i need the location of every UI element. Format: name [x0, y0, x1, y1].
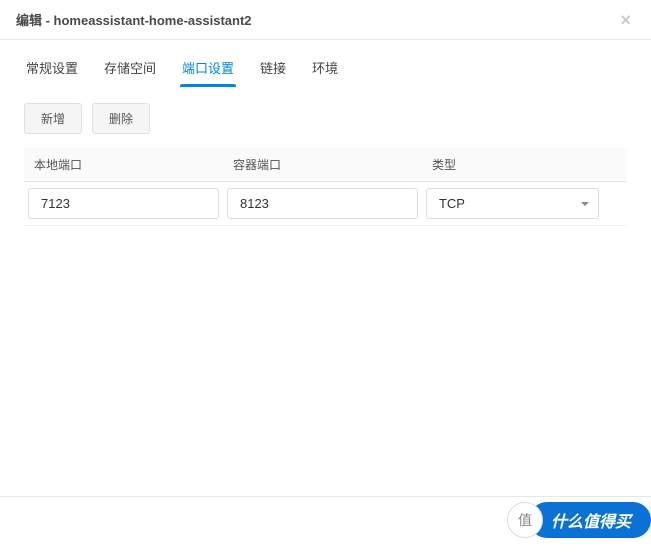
tab-volumes[interactable]: 存储空间: [102, 52, 158, 87]
dialog-footer: 取消 值 什么值得买: [0, 496, 651, 552]
tab-environment[interactable]: 环境: [310, 52, 340, 87]
content-area: 新增 删除 本地端口 容器端口 类型 TCP: [0, 87, 651, 226]
tab-links[interactable]: 链接: [258, 52, 288, 87]
header-container-port: 容器端口: [223, 148, 422, 182]
table-row[interactable]: TCP: [24, 182, 627, 226]
dialog-header: 编辑 - homeassistant-home-assistant2 ×: [0, 0, 651, 40]
ports-table: 本地端口 容器端口 类型 TCP: [24, 148, 627, 226]
watermark-circle: 值: [507, 502, 543, 538]
dialog-title: 编辑 - homeassistant-home-assistant2: [16, 10, 616, 29]
type-select[interactable]: TCP: [426, 188, 599, 219]
add-button[interactable]: 新增: [24, 103, 82, 134]
close-icon[interactable]: ×: [616, 11, 635, 29]
header-spacer: [603, 148, 627, 182]
header-local-port: 本地端口: [24, 148, 223, 182]
tab-ports[interactable]: 端口设置: [180, 52, 236, 87]
tab-bar: 常规设置 存储空间 端口设置 链接 环境: [0, 40, 651, 87]
toolbar: 新增 删除: [24, 103, 627, 134]
local-port-input[interactable]: [28, 188, 219, 219]
type-select-value: TCP: [426, 188, 599, 219]
cancel-button[interactable]: 取消: [581, 507, 635, 542]
container-port-input[interactable]: [227, 188, 418, 219]
delete-button[interactable]: 删除: [92, 103, 150, 134]
tab-general[interactable]: 常规设置: [24, 52, 80, 87]
header-type: 类型: [422, 148, 603, 182]
